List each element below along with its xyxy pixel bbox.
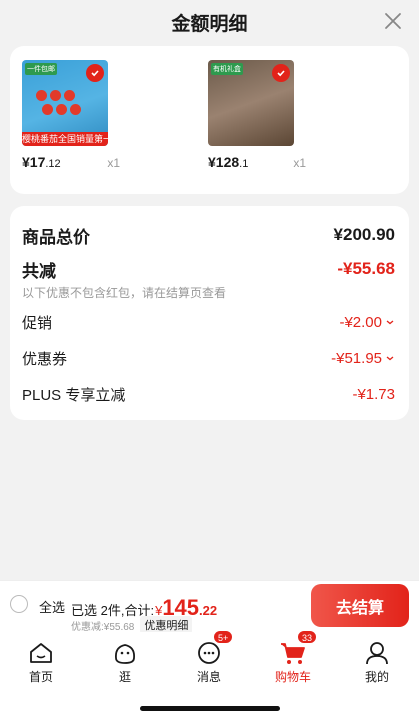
tab-home[interactable]: 首页: [11, 632, 71, 685]
tab-messages[interactable]: 5+ 消息: [179, 630, 239, 685]
plus-discount-value: -¥1.73: [352, 385, 395, 403]
selected-check-icon: [86, 64, 104, 82]
chevron-down-icon: [386, 320, 394, 325]
product-item[interactable]: 一件包邮 樱桃番茄全国销量第一 ¥17.12 x1: [22, 60, 192, 194]
select-all-label[interactable]: 全选: [39, 597, 65, 616]
total-value: ¥200.90: [333, 225, 395, 244]
explore-icon: [115, 644, 135, 664]
coupon-value: -¥51.95: [331, 349, 382, 367]
chevron-down-icon: [386, 356, 394, 361]
discount-value: -¥55.68: [337, 259, 395, 278]
amount-detail-sheet: 金额明细 一件包邮 樱桃番茄全国销量第一 ¥17.12 x1 有机礼盒 ¥128…: [0, 0, 419, 580]
promotion-value: -¥2.00: [339, 313, 382, 331]
discount-label: 共减: [22, 261, 56, 281]
discount-note: 以下优惠不包含红包，请在结算页查看: [22, 286, 227, 300]
total-label: 商品总价: [22, 227, 90, 247]
coupon-label: 优惠券: [22, 350, 68, 368]
product-item[interactable]: 有机礼盒 ¥128.1 x1: [208, 60, 378, 194]
price-summary: 商品总价 ¥200.90 共减 -¥55.68 以下优惠不包含红包，请在结算页查…: [10, 206, 409, 420]
home-indicator: [140, 706, 280, 711]
product-qty: x1: [293, 156, 306, 170]
product-image: 有机礼盒: [208, 60, 294, 146]
sheet-header: 金额明细: [0, 0, 419, 44]
product-list: 一件包邮 樱桃番茄全国销量第一 ¥17.12 x1 有机礼盒 ¥128.1 x1: [10, 46, 409, 194]
promotion-row[interactable]: 促销 -¥2.00: [22, 304, 395, 340]
product-tag: 一件包邮: [25, 63, 57, 75]
product-price: ¥17.12: [22, 154, 61, 170]
profile-icon: [366, 642, 388, 665]
coupon-row[interactable]: 优惠券 -¥51.95: [22, 340, 395, 376]
product-price: ¥128.1: [208, 154, 249, 170]
product-image: 一件包邮 樱桃番茄全国销量第一: [22, 60, 108, 146]
product-badge: 樱桃番茄全国销量第一: [22, 132, 108, 146]
tab-profile[interactable]: 我的: [347, 632, 407, 685]
tab-explore[interactable]: 逛: [95, 632, 155, 685]
tab-cart[interactable]: 33 购物车: [263, 630, 323, 685]
cart-badge: 33: [297, 630, 318, 644]
message-badge: 5+: [213, 630, 234, 644]
promotion-label: 促销: [22, 314, 53, 332]
close-icon[interactable]: [381, 9, 405, 33]
selected-check-icon: [272, 64, 290, 82]
select-all-radio[interactable]: [10, 595, 28, 613]
checkout-bar: 全选 已选 2件,合计: ¥ 145 .22 优惠减:¥55.68 优惠明细 去…: [0, 580, 419, 634]
plus-discount-label: PLUS 专享立减: [22, 386, 126, 404]
home-icon: [30, 643, 52, 663]
product-tag: 有机礼盒: [211, 63, 243, 75]
product-qty: x1: [107, 156, 120, 170]
checkout-button[interactable]: 去结算: [311, 584, 409, 627]
plus-discount-row: PLUS 专享立减 -¥1.73: [22, 376, 395, 412]
sheet-title: 金额明细: [171, 13, 248, 35]
